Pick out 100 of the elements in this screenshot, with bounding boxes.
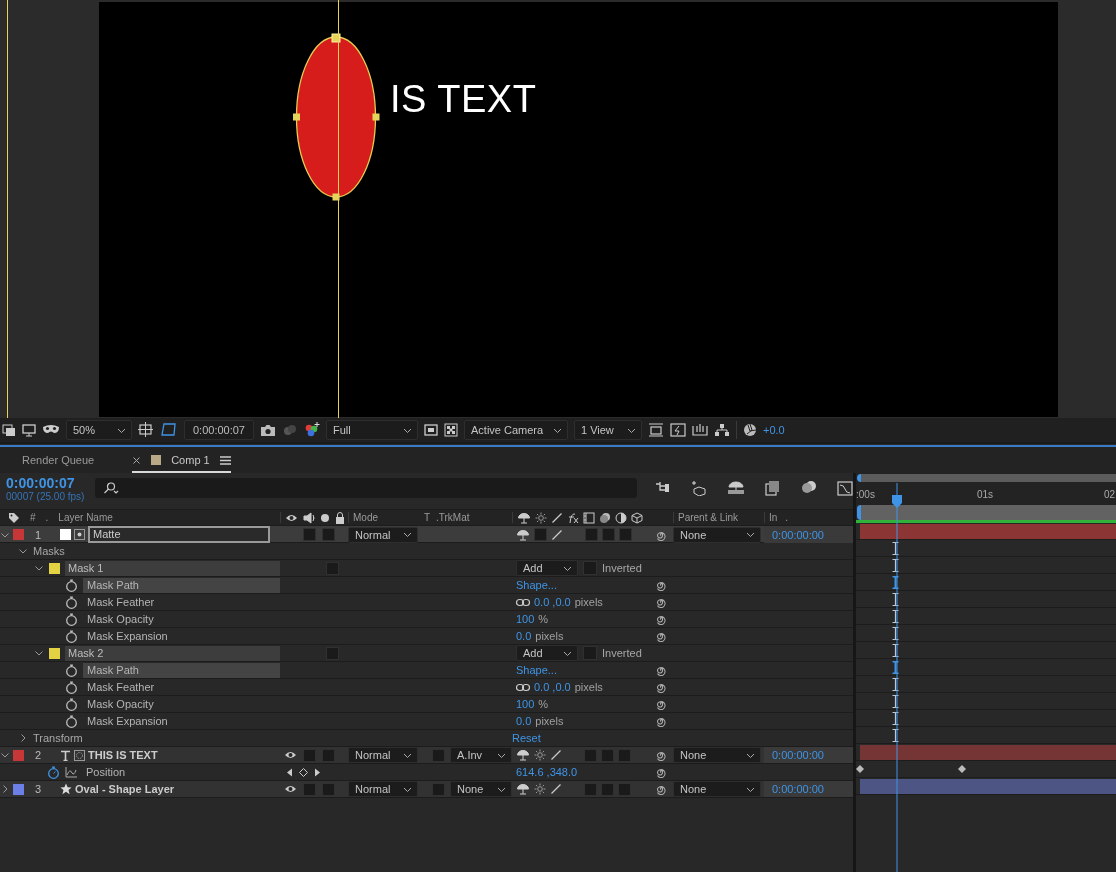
transparency-icon[interactable] bbox=[160, 422, 178, 438]
stopwatch-icon[interactable] bbox=[65, 697, 78, 711]
pick-whip-icon[interactable] bbox=[655, 664, 667, 676]
switch-toggle[interactable] bbox=[432, 748, 445, 762]
switch-toggle[interactable] bbox=[432, 782, 445, 796]
pick-whip-icon[interactable] bbox=[655, 681, 667, 693]
menu-icon[interactable] bbox=[219, 455, 231, 465]
region-of-interest-icon[interactable] bbox=[424, 423, 438, 437]
quality-slash-icon[interactable] bbox=[551, 511, 563, 524]
quality-slash-icon[interactable] bbox=[550, 783, 562, 795]
eye-icon[interactable] bbox=[284, 784, 297, 794]
fx-icon[interactable] bbox=[567, 511, 579, 524]
switch-toggle[interactable] bbox=[618, 782, 631, 796]
layer-row[interactable]: 3 Oval - Shape Layer Normal None None 0:00:00:00 bbox=[0, 781, 853, 798]
eye-icon[interactable] bbox=[285, 512, 298, 523]
caret-icon[interactable] bbox=[0, 750, 10, 760]
keyframe-icon[interactable] bbox=[299, 767, 308, 777]
parent-dropdown[interactable]: None bbox=[673, 526, 761, 543]
stack-icon[interactable] bbox=[2, 423, 16, 437]
pick-whip-icon[interactable] bbox=[655, 596, 667, 608]
pick-whip-icon[interactable] bbox=[655, 766, 667, 778]
audio-icon[interactable] bbox=[303, 511, 315, 524]
pick-whip-icon[interactable] bbox=[655, 783, 667, 795]
property-value[interactable]: 100 bbox=[516, 698, 535, 710]
shy-switch-icon[interactable] bbox=[516, 783, 530, 795]
keyframe-icon[interactable] bbox=[856, 765, 864, 773]
column-header[interactable]: Layer Name bbox=[58, 512, 113, 523]
switch-toggle[interactable] bbox=[322, 528, 335, 541]
property-name[interactable]: Mask Opacity bbox=[83, 696, 280, 712]
caret-icon[interactable] bbox=[34, 563, 44, 573]
shy-switch-icon[interactable] bbox=[516, 528, 530, 541]
layer-name[interactable]: Matte bbox=[88, 526, 270, 543]
column-header[interactable]: In bbox=[769, 512, 778, 523]
property-name[interactable]: Mask Expansion bbox=[83, 713, 280, 729]
lock-icon[interactable] bbox=[335, 511, 345, 524]
stopwatch-icon[interactable] bbox=[65, 612, 78, 626]
shy-switch-icon[interactable] bbox=[517, 511, 531, 524]
resolution-dropdown[interactable]: Full bbox=[326, 420, 418, 440]
stopwatch-icon[interactable] bbox=[65, 714, 78, 728]
property-name[interactable]: Mask Opacity bbox=[83, 611, 280, 627]
pick-whip-icon[interactable] bbox=[655, 579, 667, 591]
reset-link[interactable]: Reset bbox=[512, 732, 541, 744]
switch-toggle[interactable] bbox=[618, 748, 631, 762]
checkerboard-icon[interactable] bbox=[444, 423, 458, 437]
stopwatch-icon[interactable] bbox=[47, 765, 60, 779]
caret-icon[interactable] bbox=[18, 733, 28, 743]
timeline-icon[interactable] bbox=[692, 423, 708, 437]
label-color-swatch[interactable] bbox=[13, 749, 24, 761]
reset-exposure-icon[interactable] bbox=[648, 423, 664, 437]
caret-icon[interactable] bbox=[18, 546, 28, 556]
layer-name[interactable]: Oval - Shape Layer bbox=[75, 783, 175, 795]
playhead[interactable] bbox=[890, 483, 904, 872]
switch-toggle[interactable] bbox=[601, 782, 614, 796]
blur-icon[interactable] bbox=[599, 511, 611, 524]
time-ruler[interactable]: :00s 01s 02 bbox=[856, 483, 1116, 505]
stopwatch-icon[interactable] bbox=[65, 578, 78, 592]
search-icon[interactable] bbox=[102, 482, 119, 494]
stopwatch-icon[interactable] bbox=[65, 595, 78, 609]
blend-mode-dropdown[interactable]: Normal bbox=[348, 526, 418, 543]
link-icon[interactable] bbox=[516, 682, 530, 692]
motion-blur-icon[interactable] bbox=[801, 480, 817, 494]
switch-toggle[interactable] bbox=[322, 782, 335, 796]
monitor-icon[interactable] bbox=[22, 423, 36, 437]
close-icon[interactable] bbox=[132, 455, 142, 465]
current-time[interactable]: 0:00:00:07 bbox=[6, 475, 95, 491]
switch-toggle[interactable] bbox=[303, 748, 316, 762]
property-value[interactable]: 0.0 bbox=[516, 630, 532, 642]
caret-icon[interactable] bbox=[34, 648, 44, 658]
views-dropdown[interactable]: 1 View bbox=[574, 420, 642, 440]
parent-dropdown[interactable]: None bbox=[673, 747, 761, 763]
property-value[interactable]: Shape... bbox=[516, 579, 557, 591]
mask-name[interactable]: Mask 1 bbox=[65, 560, 280, 576]
switch-toggle[interactable] bbox=[584, 748, 597, 762]
stopwatch-icon[interactable] bbox=[65, 629, 78, 643]
switch-toggle[interactable] bbox=[534, 528, 547, 541]
switch-toggle[interactable] bbox=[322, 748, 335, 762]
stopwatch-icon[interactable] bbox=[65, 680, 78, 694]
layer-row[interactable]: 1 Matte Normal None 0:00:00:00 bbox=[0, 526, 853, 543]
next-keyframe-icon[interactable] bbox=[314, 767, 321, 777]
column-header[interactable]: Mode bbox=[353, 512, 378, 523]
quality-switch-icon[interactable] bbox=[534, 749, 546, 761]
camera-icon[interactable] bbox=[260, 423, 276, 437]
exposure-icon[interactable] bbox=[743, 423, 757, 437]
flowchart-icon[interactable] bbox=[714, 423, 730, 437]
color-channels-icon[interactable] bbox=[304, 422, 320, 438]
quality-slash-icon[interactable] bbox=[550, 749, 562, 761]
camera-dropdown[interactable]: Active Camera bbox=[464, 420, 568, 440]
switch-toggle[interactable] bbox=[601, 748, 614, 762]
quality-slash-icon[interactable] bbox=[551, 528, 563, 541]
property-value[interactable]: 614.6 ,348.0 bbox=[516, 766, 578, 778]
shy-switch-icon[interactable] bbox=[516, 749, 530, 761]
search-field[interactable] bbox=[94, 478, 637, 498]
property-name[interactable]: Mask Feather bbox=[83, 679, 280, 695]
switch-toggle[interactable] bbox=[602, 528, 615, 541]
solo-icon[interactable] bbox=[320, 512, 330, 523]
pick-whip-icon[interactable] bbox=[655, 630, 667, 642]
fast-preview-icon[interactable] bbox=[670, 423, 686, 437]
mask-oval[interactable] bbox=[292, 32, 382, 204]
panel-tab[interactable]: Render Queue bbox=[22, 449, 95, 473]
shy-layers-icon[interactable] bbox=[727, 480, 745, 494]
